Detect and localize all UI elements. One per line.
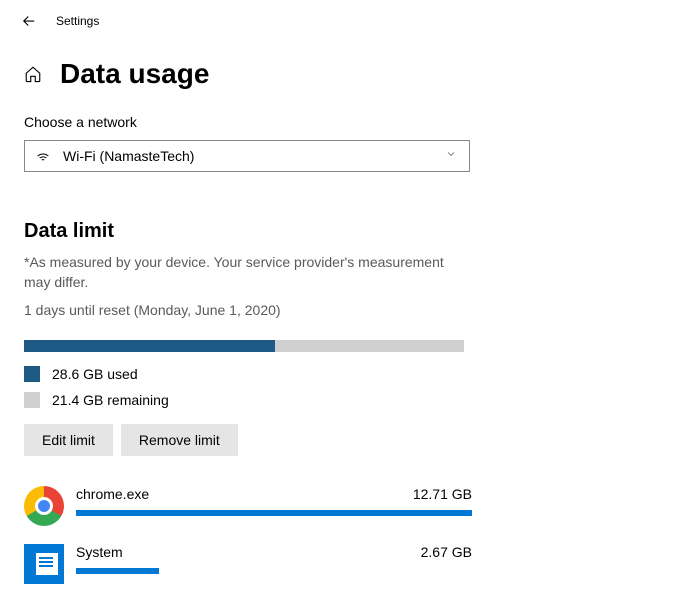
app-usage: 2.67 GB: [421, 544, 472, 560]
app-row: chrome.exe 12.71 GB: [24, 486, 472, 526]
app-usage: 12.71 GB: [413, 486, 472, 502]
back-arrow-icon: [20, 12, 38, 30]
app-name: chrome.exe: [76, 486, 149, 502]
used-label: 28.6 GB used: [52, 366, 138, 382]
home-button[interactable]: [24, 65, 42, 83]
wifi-icon: [35, 148, 51, 164]
remaining-label: 21.4 GB remaining: [52, 392, 169, 408]
back-button[interactable]: [20, 12, 38, 30]
data-limit-bar: [24, 340, 464, 352]
network-selected: Wi-Fi (NamasteTech): [63, 148, 459, 164]
legend-remaining: 21.4 GB remaining: [24, 392, 676, 408]
app-usage-bar: [76, 510, 472, 516]
legend-used: 28.6 GB used: [24, 366, 676, 382]
app-row: System 2.67 GB: [24, 544, 472, 584]
home-icon: [24, 65, 42, 83]
app-title: Settings: [56, 14, 99, 28]
page-title: Data usage: [60, 58, 209, 90]
remaining-swatch: [24, 392, 40, 408]
edit-limit-button[interactable]: Edit limit: [24, 424, 113, 456]
chevron-down-icon: [445, 147, 457, 165]
data-limit-disclaimer: *As measured by your device. Your servic…: [24, 253, 474, 292]
data-limit-reset: 1 days until reset (Monday, June 1, 2020…: [24, 302, 676, 318]
app-name: System: [76, 544, 123, 560]
network-dropdown[interactable]: Wi-Fi (NamasteTech): [24, 140, 470, 172]
data-limit-bar-fill: [24, 340, 275, 352]
remove-limit-button[interactable]: Remove limit: [121, 424, 238, 456]
system-icon: [24, 544, 64, 584]
app-usage-list: chrome.exe 12.71 GB System 2.67 GB: [24, 486, 472, 584]
network-label: Choose a network: [24, 114, 676, 130]
data-limit-title: Data limit: [24, 220, 676, 243]
chrome-icon: [24, 486, 64, 526]
used-swatch: [24, 366, 40, 382]
app-usage-bar: [76, 568, 159, 574]
